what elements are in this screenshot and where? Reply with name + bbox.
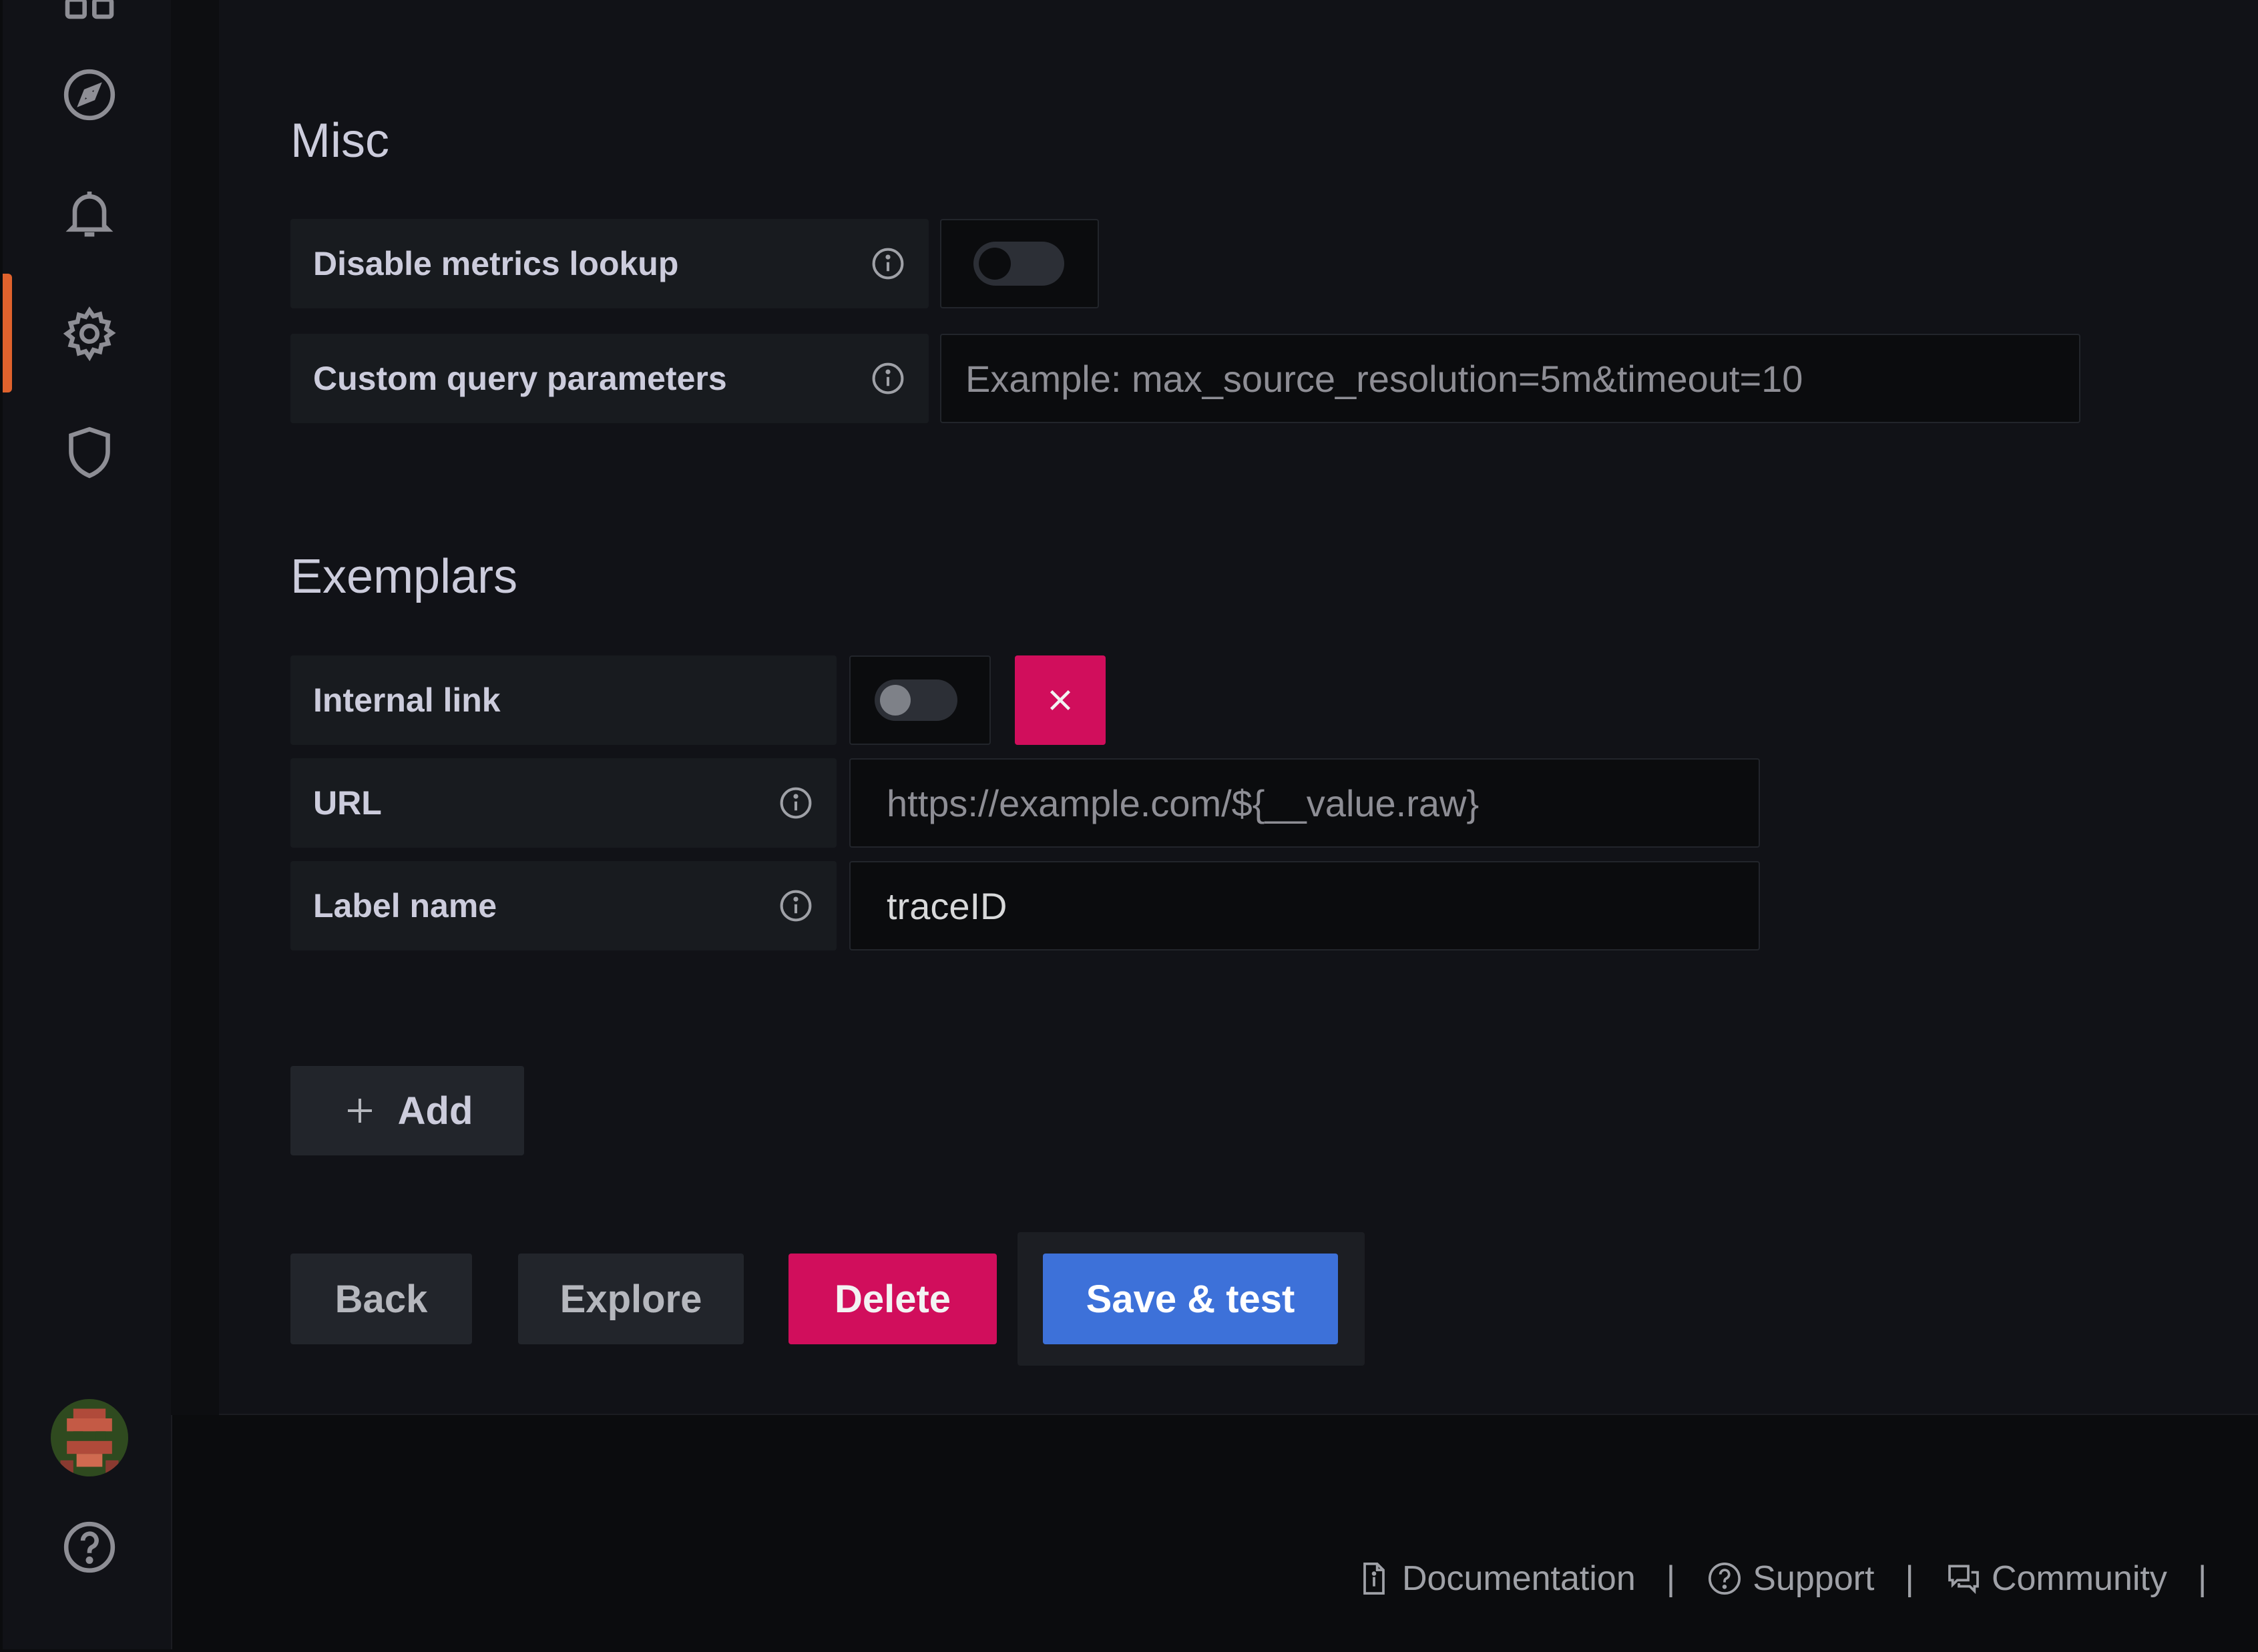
settings-gear-icon[interactable] bbox=[57, 302, 122, 366]
toggle-knob bbox=[880, 685, 911, 716]
footer-separator: | bbox=[2197, 1559, 2207, 1598]
alert-bell-icon[interactable] bbox=[57, 182, 122, 246]
footer-support-link[interactable]: Support bbox=[1706, 1559, 1874, 1599]
misc-section-title: Misc bbox=[290, 114, 389, 168]
disable-metrics-lookup-toggle[interactable] bbox=[973, 242, 1064, 286]
footer-documentation-text: Documentation bbox=[1402, 1559, 1636, 1598]
disable-metrics-lookup-text: Disable metrics lookup bbox=[313, 245, 679, 282]
custom-query-parameters-placeholder: Example: max_source_resolution=5m&timeou… bbox=[965, 357, 1803, 400]
footer-documentation-link[interactable]: Documentation bbox=[1355, 1559, 1636, 1599]
help-icon[interactable] bbox=[57, 1515, 122, 1579]
exemplars-section-title: Exemplars bbox=[290, 550, 518, 603]
info-icon[interactable] bbox=[870, 360, 906, 396]
dashboard-icon[interactable] bbox=[57, 0, 122, 27]
back-button[interactable]: Back bbox=[290, 1254, 472, 1344]
question-circle-icon bbox=[1709, 1562, 1741, 1595]
remove-exemplar-button[interactable] bbox=[1015, 655, 1106, 745]
active-nav-indicator bbox=[3, 274, 12, 392]
footer-separator: | bbox=[1666, 1559, 1676, 1598]
label-name-value: traceID bbox=[887, 884, 1007, 927]
footer-community-text: Community bbox=[1991, 1559, 2167, 1598]
internal-link-label: Internal link bbox=[290, 655, 837, 745]
label-name-label: Label name bbox=[290, 861, 837, 950]
delete-button[interactable]: Delete bbox=[788, 1254, 997, 1344]
document-icon bbox=[1363, 1562, 1385, 1595]
url-label: URL bbox=[290, 758, 837, 848]
explore-button[interactable]: Explore bbox=[518, 1254, 744, 1344]
chat-bubbles-icon bbox=[1948, 1565, 1979, 1595]
content-gutter bbox=[171, 0, 219, 1415]
internal-link-toggle-box bbox=[849, 655, 991, 745]
label-name-text: Label name bbox=[313, 887, 497, 924]
save-and-test-button[interactable]: Save & test bbox=[1043, 1254, 1338, 1344]
internal-link-text: Internal link bbox=[313, 681, 501, 719]
shield-icon[interactable] bbox=[57, 421, 122, 485]
user-avatar[interactable] bbox=[51, 1399, 128, 1476]
url-input[interactable]: https://example.com/${__value.raw} bbox=[849, 758, 1760, 848]
disable-metrics-lookup-toggle-box bbox=[940, 219, 1099, 308]
add-exemplar-button[interactable]: Add bbox=[290, 1066, 524, 1155]
close-icon bbox=[1050, 690, 1071, 711]
info-icon[interactable] bbox=[778, 888, 814, 924]
url-text: URL bbox=[313, 784, 382, 822]
plus-icon bbox=[347, 1099, 372, 1123]
info-icon[interactable] bbox=[778, 785, 814, 821]
footer-support-text: Support bbox=[1753, 1559, 1875, 1598]
explore-compass-icon[interactable] bbox=[57, 63, 122, 127]
footer-separator: | bbox=[1905, 1559, 1914, 1598]
internal-link-toggle[interactable] bbox=[875, 679, 957, 721]
disable-metrics-lookup-label: Disable metrics lookup bbox=[290, 219, 929, 308]
custom-query-parameters-text: Custom query parameters bbox=[313, 360, 727, 397]
footer: Documentation | Support | Community | bbox=[1355, 1552, 2237, 1605]
toggle-knob bbox=[979, 248, 1011, 280]
custom-query-parameters-label: Custom query parameters bbox=[290, 334, 929, 423]
url-placeholder: https://example.com/${__value.raw} bbox=[887, 782, 1480, 824]
add-exemplar-label: Add bbox=[397, 1089, 473, 1133]
info-icon[interactable] bbox=[870, 246, 906, 282]
footer-community-link[interactable]: Community bbox=[1945, 1559, 2167, 1599]
sidebar bbox=[3, 0, 172, 1649]
custom-query-parameters-input[interactable]: Example: max_source_resolution=5m&timeou… bbox=[940, 334, 2080, 423]
label-name-input[interactable]: traceID bbox=[849, 861, 1760, 950]
